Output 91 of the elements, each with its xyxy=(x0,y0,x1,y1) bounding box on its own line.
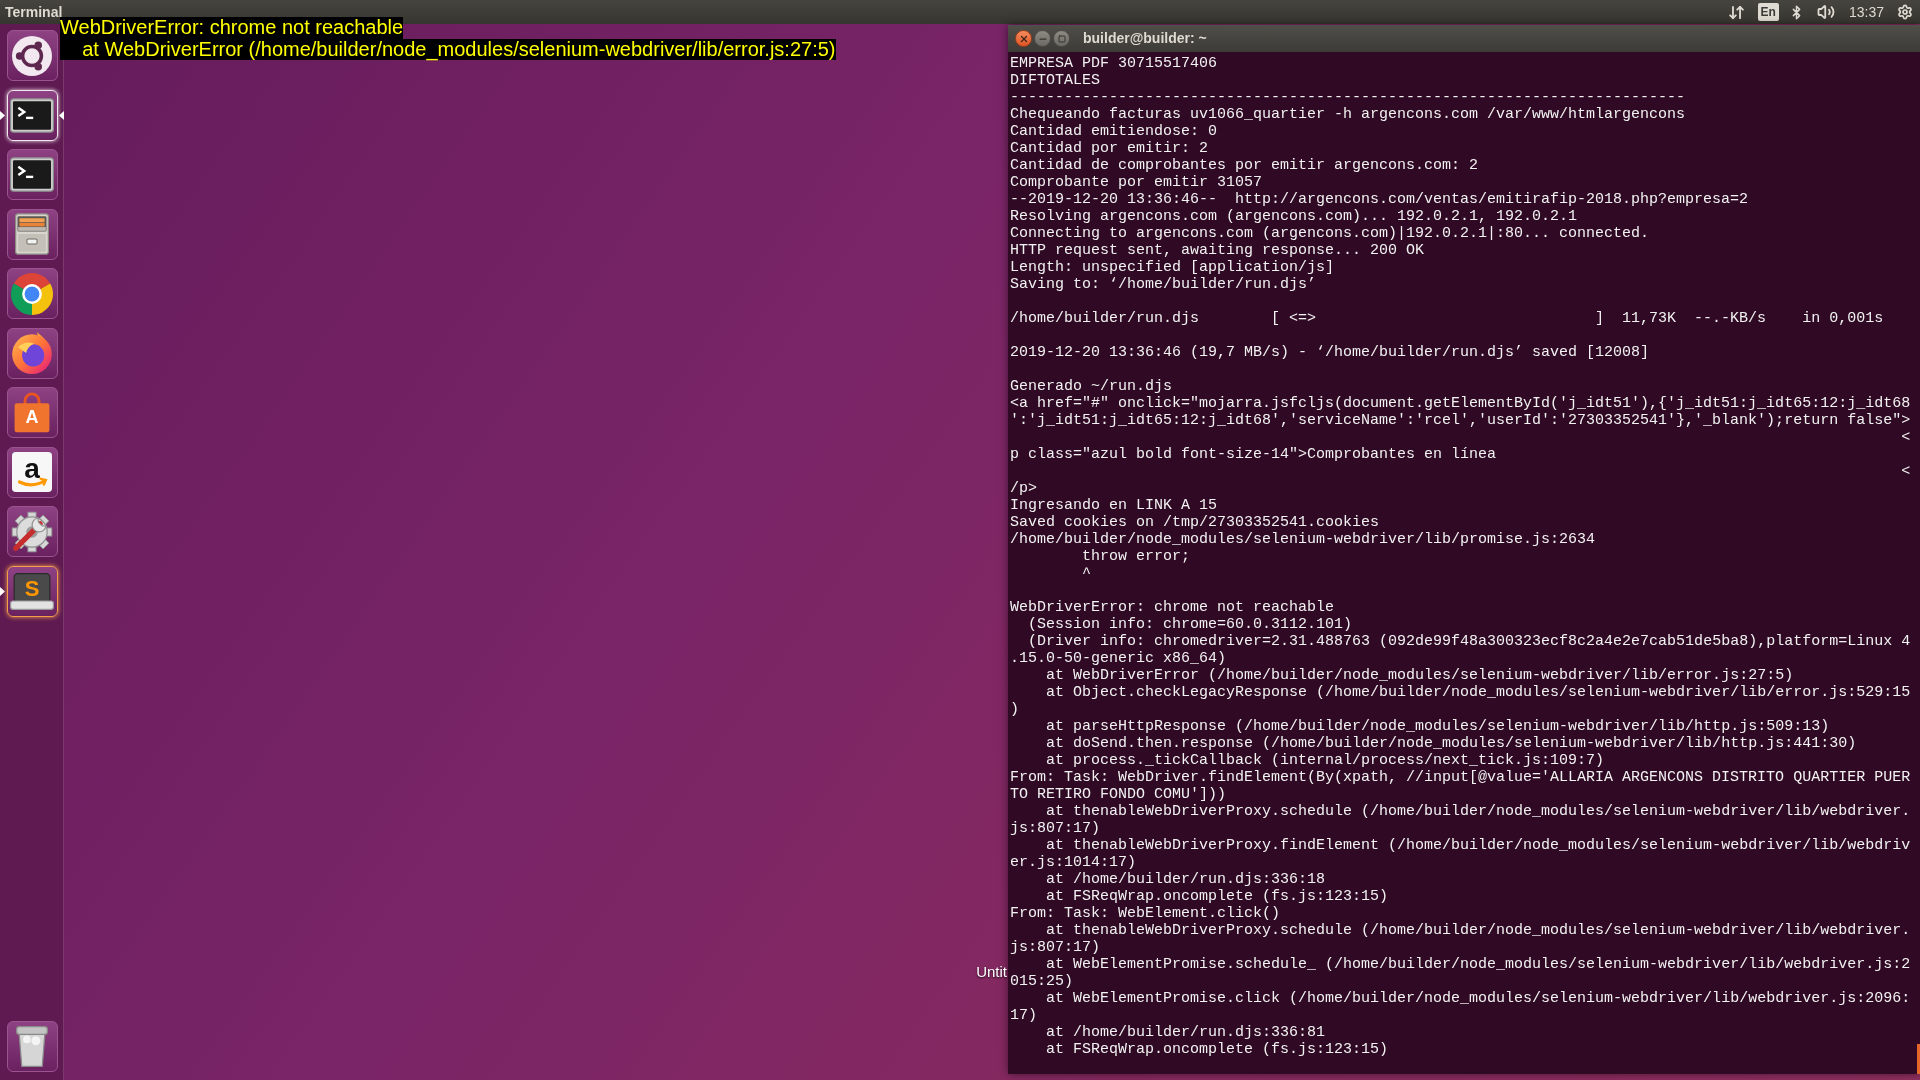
terminal-line: at process._tickCallback (internal/process/next_tick.js:109:7) xyxy=(1046,752,1605,769)
desktop-icon-label[interactable]: Untit xyxy=(976,961,1007,984)
file-cabinet-icon xyxy=(15,213,49,255)
maximize-icon xyxy=(1057,34,1066,43)
terminal-line: at FSReqWrap.oncomplete (fs.js:123:15) xyxy=(1046,1041,1389,1058)
launcher-button[interactable] xyxy=(6,208,58,260)
terminal-line: /home/builder/run.djs [ <=> ] 11,73K --.-KB/s in 0,001s xyxy=(1010,310,1884,327)
launcher-button[interactable] xyxy=(6,327,58,379)
terminal-line: at thenableWebDriverProxy.schedule (/home/builder/node_modules/selenium-webdriver/lib/webdriver. xyxy=(1046,922,1911,939)
terminal-line: js:807:17) xyxy=(1010,939,1100,956)
terminal-line: DIFTOTALES xyxy=(1010,72,1100,89)
terminal-line: Cantidad de comprobantes por emitir argencons.com: 2 xyxy=(1010,157,1479,174)
terminal-line: < xyxy=(1901,429,1911,446)
terminal-line: 015:25) xyxy=(1010,973,1073,990)
launcher-button[interactable] xyxy=(6,30,58,81)
maximize-button[interactable] xyxy=(1053,30,1070,47)
terminal-line: /p> xyxy=(1010,480,1037,497)
terminal-line: at parseHttpResponse (/home/builder/node_modules/selenium-webdriver/lib/http.js:509:13) xyxy=(1046,718,1830,735)
launcher-button[interactable]: a xyxy=(6,446,58,498)
terminal-line: at FSReqWrap.oncomplete (fs.js:123:15) xyxy=(1046,888,1389,905)
terminal-line: at WebDriverError (/home/builder/node_modules/selenium-webdriver/lib/error.js:27:5) xyxy=(1046,667,1794,684)
terminal-line: Length: unspecified [application/js] xyxy=(1010,259,1335,276)
clock[interactable]: 13:37 xyxy=(1848,0,1884,24)
terminal-line: at /home/builder/run.djs:336:18 xyxy=(1046,871,1326,888)
terminal-line: p class="azul bold font-size-14">Comprobantes en línea xyxy=(1010,446,1497,463)
terminal-line: Ingresando en LINK A 15 xyxy=(1010,497,1218,514)
close-icon xyxy=(1018,33,1029,44)
window-title: builder@builder: ~ xyxy=(1083,29,1207,48)
terminal-line: at thenableWebDriverProxy.findElement (/home/builder/node_modules/selenium-webdriver/lib/webdriv xyxy=(1046,837,1911,854)
network-arrows-icon[interactable] xyxy=(1727,3,1745,21)
terminal-line: at doSend.then.response (/home/builder/node_modules/selenium-webdriver/lib/http.js:441:30) xyxy=(1046,735,1857,752)
terminal-line: at WebElementPromise.click (/home/builder/node_modules/selenium-webdriver/lib/webdriver.js:2096: xyxy=(1046,990,1911,1007)
shopping-bag-icon xyxy=(14,392,50,433)
gear-wrench-icon xyxy=(11,510,53,553)
terminal-line: From: Task: WebDriver.findElement(By(xpath, //input[@value='ALLARIA ARGENCONS DISTRITO QUARTIER PUER xyxy=(1010,769,1911,786)
terminal-line: From: Task: WebElement.click() xyxy=(1010,905,1281,922)
tricolor-circle-icon xyxy=(11,272,53,315)
terminal-line: Cantidad emitiendose: 0 xyxy=(1010,123,1218,140)
minimize-button[interactable] xyxy=(1034,30,1051,47)
close-button[interactable] xyxy=(1015,30,1032,47)
terminal-line: < xyxy=(1901,463,1911,480)
terminal-line: (Driver info: chromedriver=2.31.488763 (092de99f48a300323ecf8c2a4e2e7cab51de5ba8),platform=Linux 4 xyxy=(1028,633,1911,650)
keyboard-layout-indicator[interactable]: En xyxy=(1757,3,1779,21)
terminal-line: 2019-12-20 13:36:46 (19,7 MB/s) - ‘/home/builder/run.djs’ saved [12008] xyxy=(1010,344,1650,361)
ring-logo-icon xyxy=(12,35,52,76)
terminal-line: ':'j_idt51:j_idt65:12:j_idt68','serviceName':'rcel','userId':'27303352541'},'_blank');return false"> xyxy=(1010,412,1911,429)
terminal-line: js:807:17) xyxy=(1010,820,1100,837)
notification-text: at WebDriverError (/home/builder/node_modules/selenium-webdriver/lib/error.js:27:5) xyxy=(60,38,836,60)
terminal-line: throw error; xyxy=(1082,548,1191,565)
active-app-title: Terminal xyxy=(4,3,63,20)
launcher-button[interactable] xyxy=(6,506,58,557)
terminal-line: er.js:1014:17) xyxy=(1010,854,1137,871)
laptop-icon xyxy=(10,572,54,610)
scrollbar-thumb[interactable] xyxy=(1917,1044,1920,1074)
terminal-line: Comprobante por emitir 31057 xyxy=(1010,174,1263,191)
smile-tile-icon xyxy=(12,452,52,492)
terminal-icon xyxy=(10,97,54,133)
launcher-button[interactable] xyxy=(6,268,58,319)
settings-icon[interactable] xyxy=(1897,4,1913,20)
notification-text: WebDriverError: chrome not reachable xyxy=(60,17,404,39)
terminal-line: Chequeando facturas uv1066_quartier -h argencons.com /var/www/htmlargencons xyxy=(1010,106,1686,123)
terminal-line: --2019-12-20 13:36:46-- http://argencons.com/ventas/emitirafip-2018.php?empresa=2 xyxy=(1010,191,1749,208)
terminal-line: Resolving argencons.com (argencons.com)... 192.0.2.1, 192.0.2.1 xyxy=(1010,208,1578,225)
terminal-line: .15.0-50-generic x86_64) xyxy=(1010,650,1227,667)
terminal-line: at WebElementPromise.schedule_ (/home/builder/node_modules/selenium-webdriver/lib/webdriver.js:2 xyxy=(1046,956,1911,973)
launcher-button[interactable]: S xyxy=(6,565,58,617)
terminal-line: at Object.checkLegacyResponse (/home/builder/node_modules/selenium-webdriver/lib/error.js:529:15 xyxy=(1046,684,1911,701)
terminal-line: <a href="#" onclick="mojarra.jsfcljs(document.getElementById('j_idt51'),{'j_idt51:j_idt65:12:j_idt68 xyxy=(1010,395,1911,412)
terminal-line: Saved cookies on /tmp/27303352541.cookies xyxy=(1010,514,1380,531)
terminal-line: at thenableWebDriverProxy.schedule (/home/builder/node_modules/selenium-webdriver/lib/webdriver. xyxy=(1046,803,1911,820)
terminal-line: EMPRESA PDF 30715517406 xyxy=(1010,55,1218,72)
terminal-line: Connecting to argencons.com (argencons.com)|192.0.2.1|:80... connected. xyxy=(1010,225,1650,242)
terminal-line: 17) xyxy=(1010,1007,1037,1024)
fox-globe-icon xyxy=(12,332,52,374)
terminal-line: Saving to: ‘/home/builder/run.djs’ xyxy=(1010,276,1317,293)
terminal-line: TO RETIRO FONDO COMU'])) xyxy=(1010,786,1227,803)
terminal-line: --------------------------------------------------------------------------- xyxy=(1010,89,1686,106)
terminal-line: Cantidad por emitir: 2 xyxy=(1010,140,1209,157)
launcher-button[interactable] xyxy=(6,149,58,200)
terminal-line: /home/builder/node_modules/selenium-webdriver/lib/promise.js:2634 xyxy=(1010,531,1596,548)
terminal-line: ^ xyxy=(1082,565,1092,582)
terminal-line: at /home/builder/run.djs:336:81 xyxy=(1046,1024,1326,1041)
terminal-line: HTTP request sent, awaiting response... 200 OK xyxy=(1010,242,1425,259)
trash-icon xyxy=(16,1026,48,1067)
terminal-line: (Session info: chrome=60.0.3112.101) xyxy=(1028,616,1353,633)
terminal-icon xyxy=(10,157,54,192)
volume-icon[interactable] xyxy=(1816,3,1835,21)
terminal-line: ) xyxy=(1010,701,1019,718)
terminal-line: Generado ~/run.djs xyxy=(1010,378,1173,395)
launcher-button[interactable] xyxy=(6,1021,58,1072)
terminal-line: WebDriverError: chrome not reachable xyxy=(1010,599,1335,616)
